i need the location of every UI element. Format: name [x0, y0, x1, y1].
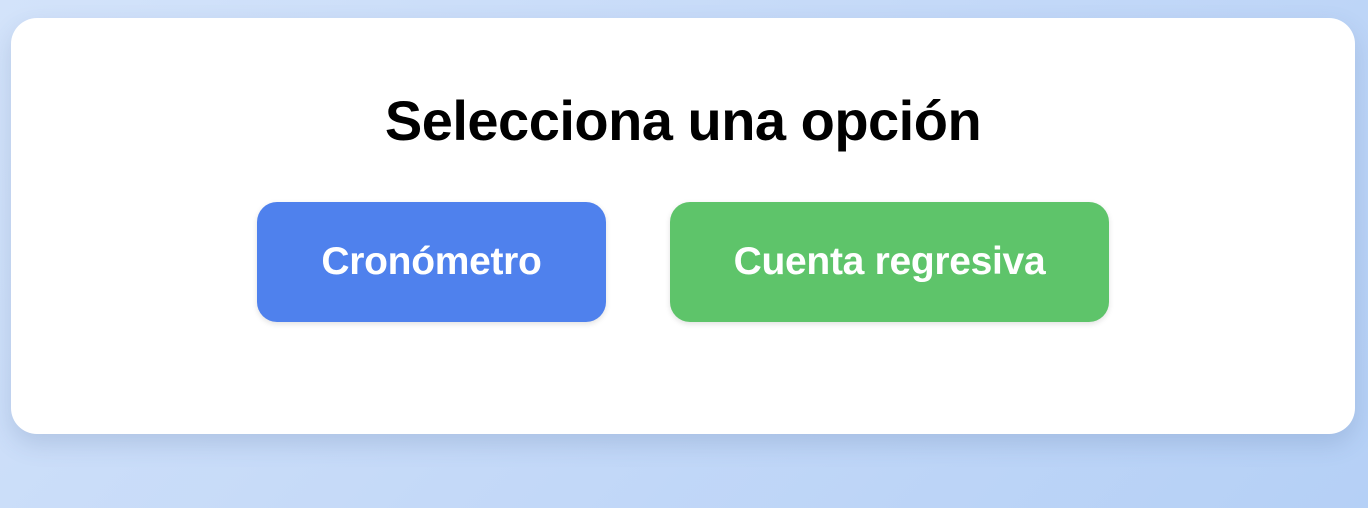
page-title: Selecciona una opción: [384, 89, 982, 152]
option-card: Selecciona una opción Cronómetro Cuenta …: [11, 18, 1355, 434]
stopwatch-button[interactable]: Cronómetro: [257, 202, 606, 322]
countdown-button[interactable]: Cuenta regresiva: [670, 202, 1109, 322]
